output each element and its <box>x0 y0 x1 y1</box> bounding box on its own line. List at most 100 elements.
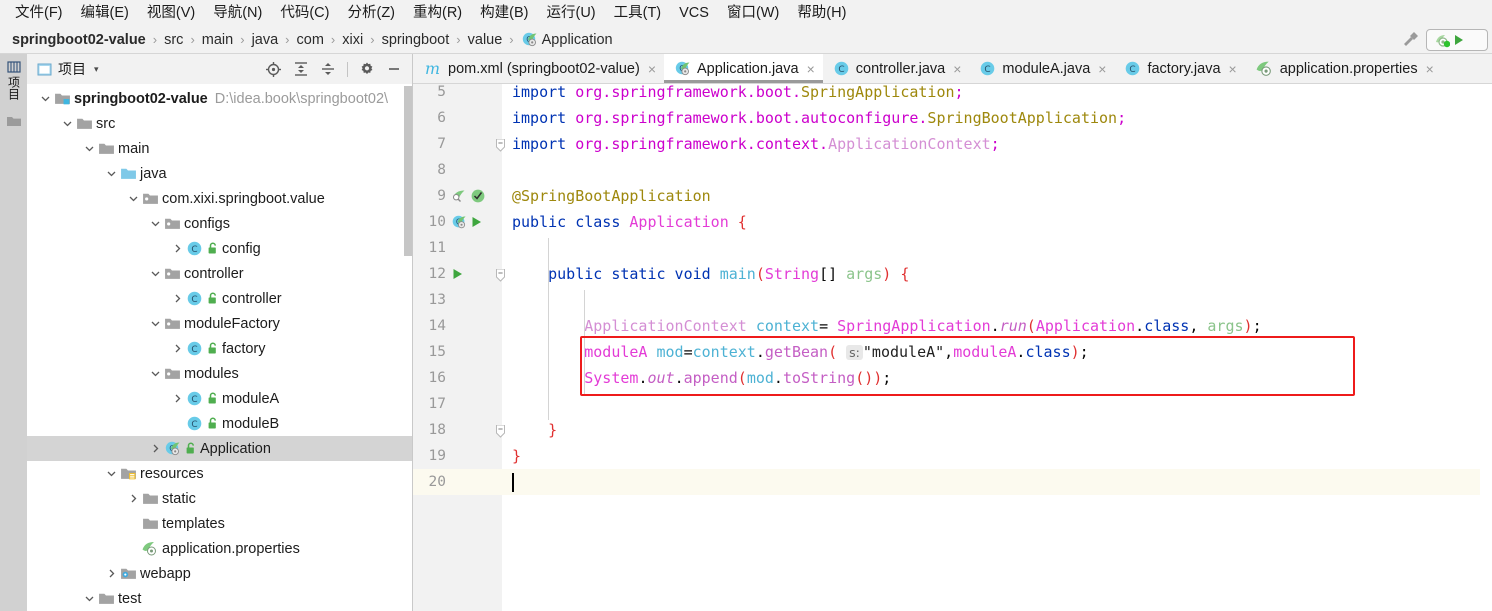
menu-item-13[interactable]: 帮助(H) <box>788 2 855 24</box>
chevron-right-icon[interactable] <box>169 243 185 254</box>
chevron-down-icon[interactable] <box>81 593 97 604</box>
tree-node-springboot02-value[interactable]: springboot02-value D:\idea.book\springboo… <box>27 86 412 111</box>
code-line-5[interactable]: import org.springframework.boot.SpringAp… <box>502 84 1492 105</box>
breadcrumb-item-application[interactable]: CApplication <box>521 31 613 48</box>
tree-node-modules[interactable]: modules <box>27 361 412 386</box>
chevron-right-icon[interactable] <box>169 393 185 404</box>
tree-node-static[interactable]: static <box>27 486 412 511</box>
code-line-12[interactable]: public static void main(String[] args) { <box>502 261 1492 287</box>
code-line-18[interactable]: } <box>502 417 1492 443</box>
tab-close-icon[interactable]: × <box>953 61 961 77</box>
editor-tab-application-properties[interactable]: application.properties × <box>1245 54 1442 83</box>
chevron-down-icon[interactable] <box>81 143 97 154</box>
chevron-right-icon[interactable] <box>169 343 185 354</box>
tree-node-src[interactable]: src <box>27 111 412 136</box>
run-icon[interactable] <box>451 267 464 281</box>
code-line-14[interactable]: ApplicationContext context= SpringApplic… <box>502 313 1492 339</box>
editor-tab-modulea-java[interactable]: CmoduleA.java × <box>969 54 1114 83</box>
gutter-icons-line-12[interactable] <box>451 261 464 287</box>
folder-icon[interactable] <box>6 114 22 128</box>
code-line-7[interactable]: import org.springframework.context.Appli… <box>502 131 1492 157</box>
chevron-down-icon[interactable] <box>147 268 163 279</box>
project-tree-scrollbar[interactable] <box>404 86 412 256</box>
project-tree[interactable]: springboot02-value D:\idea.book\springboo… <box>27 84 412 611</box>
code-line-10[interactable]: public class Application { <box>502 209 1492 235</box>
tab-close-icon[interactable]: × <box>1229 61 1237 77</box>
tree-node-controller[interactable]: controller <box>27 261 412 286</box>
expand-all-icon[interactable] <box>293 61 309 77</box>
gutter-icons-line-10[interactable]: C <box>451 209 483 235</box>
editor-code[interactable]: import org.springframework.boot.SpringAp… <box>502 84 1492 611</box>
menu-item-10[interactable]: 工具(T) <box>605 2 671 24</box>
tab-close-icon[interactable]: × <box>1426 61 1434 77</box>
breadcrumb-item-value[interactable]: value <box>468 32 503 48</box>
menu-item-11[interactable]: VCS <box>670 2 718 24</box>
editor-gutter[interactable]: 5 6 7 8 9 10 11 12 13 14 15 16 17 18 19 20 C <box>413 84 505 611</box>
gutter-icons-line-9[interactable] <box>451 183 486 209</box>
tab-close-icon[interactable]: × <box>648 61 656 77</box>
tab-close-icon[interactable]: × <box>807 61 815 77</box>
code-line-17[interactable] <box>502 391 1492 417</box>
editor-tab-pom-xml--springboot02-value-[interactable]: m pom.xml (springboot02-value) × <box>413 54 664 83</box>
locate-icon[interactable] <box>265 61 282 78</box>
code-line-9[interactable]: @SpringBootApplication <box>502 183 1492 209</box>
breadcrumb-item-com[interactable]: com <box>297 32 324 48</box>
chevron-down-icon[interactable] <box>147 218 163 229</box>
hammer-icon[interactable] <box>1400 30 1420 50</box>
chevron-down-icon[interactable] <box>147 368 163 379</box>
breadcrumb-item-springboot02-value[interactable]: springboot02-value <box>12 32 146 48</box>
tree-node-java[interactable]: java <box>27 161 412 186</box>
chevron-down-icon[interactable]: ▾ <box>94 64 99 75</box>
tree-node-controller[interactable]: Ccontroller <box>27 286 412 311</box>
code-line-11[interactable] <box>502 235 1492 261</box>
hide-panel-icon[interactable] <box>386 61 402 77</box>
chevron-right-icon[interactable] <box>169 293 185 304</box>
menu-item-1[interactable]: 文件(F) <box>6 2 72 24</box>
tree-node-modulea[interactable]: CmoduleA <box>27 386 412 411</box>
tree-node-application[interactable]: C Application <box>27 436 412 461</box>
menu-item-2[interactable]: 编辑(E) <box>72 2 138 24</box>
tree-node-webapp[interactable]: webapp <box>27 561 412 586</box>
spring-bean-icon[interactable] <box>451 188 467 204</box>
chevron-down-icon[interactable] <box>103 168 119 179</box>
code-line-6[interactable]: import org.springframework.boot.autoconf… <box>502 105 1492 131</box>
project-tool-window-icon[interactable] <box>6 60 21 74</box>
tree-node-modulefactory[interactable]: moduleFactory <box>27 311 412 336</box>
chevron-right-icon[interactable] <box>147 443 163 454</box>
code-line-20[interactable] <box>502 469 1492 495</box>
collapse-all-icon[interactable] <box>320 61 336 77</box>
breadcrumb-item-springboot[interactable]: springboot <box>382 32 450 48</box>
tree-node-resources[interactable]: resources <box>27 461 412 486</box>
menu-item-4[interactable]: 导航(N) <box>204 2 271 24</box>
gear-icon[interactable] <box>359 61 375 77</box>
tree-node-test[interactable]: test <box>27 586 412 611</box>
menu-item-7[interactable]: 重构(R) <box>404 2 471 24</box>
breadcrumb-item-src[interactable]: src <box>164 32 183 48</box>
breadcrumb-item-main[interactable]: main <box>202 32 233 48</box>
menu-item-3[interactable]: 视图(V) <box>138 2 204 24</box>
run-configuration-selector[interactable] <box>1426 29 1488 51</box>
menu-item-12[interactable]: 窗口(W) <box>718 2 788 24</box>
breadcrumb-item-xixi[interactable]: xixi <box>342 32 363 48</box>
menu-item-8[interactable]: 构建(B) <box>471 2 537 24</box>
editor-tab-factory-java[interactable]: Cfactory.java × <box>1114 54 1244 83</box>
code-line-19[interactable]: } <box>502 443 1492 469</box>
breadcrumb-item-java[interactable]: java <box>252 32 279 48</box>
tree-node-templates[interactable]: templates <box>27 511 412 536</box>
tree-node-factory[interactable]: Cfactory <box>27 336 412 361</box>
spring-class-icon[interactable]: C <box>451 214 467 230</box>
editor-marker-strip[interactable] <box>1480 84 1492 611</box>
tree-node-config[interactable]: Cconfig <box>27 236 412 261</box>
chevron-right-icon[interactable] <box>103 568 119 579</box>
chevron-right-icon[interactable] <box>125 493 141 504</box>
tree-node-application-properties[interactable]: application.properties <box>27 536 412 561</box>
code-line-16[interactable]: System.out.append(mod.toString()); <box>502 365 1492 391</box>
code-line-13[interactable] <box>502 287 1492 313</box>
menu-item-9[interactable]: 运行(U) <box>537 2 604 24</box>
menu-item-5[interactable]: 代码(C) <box>271 2 338 24</box>
editor-tab-controller-java[interactable]: Ccontroller.java × <box>823 54 970 83</box>
chevron-down-icon[interactable] <box>125 193 141 204</box>
code-line-8[interactable] <box>502 157 1492 183</box>
chevron-down-icon[interactable] <box>37 93 53 104</box>
chevron-down-icon[interactable] <box>103 468 119 479</box>
